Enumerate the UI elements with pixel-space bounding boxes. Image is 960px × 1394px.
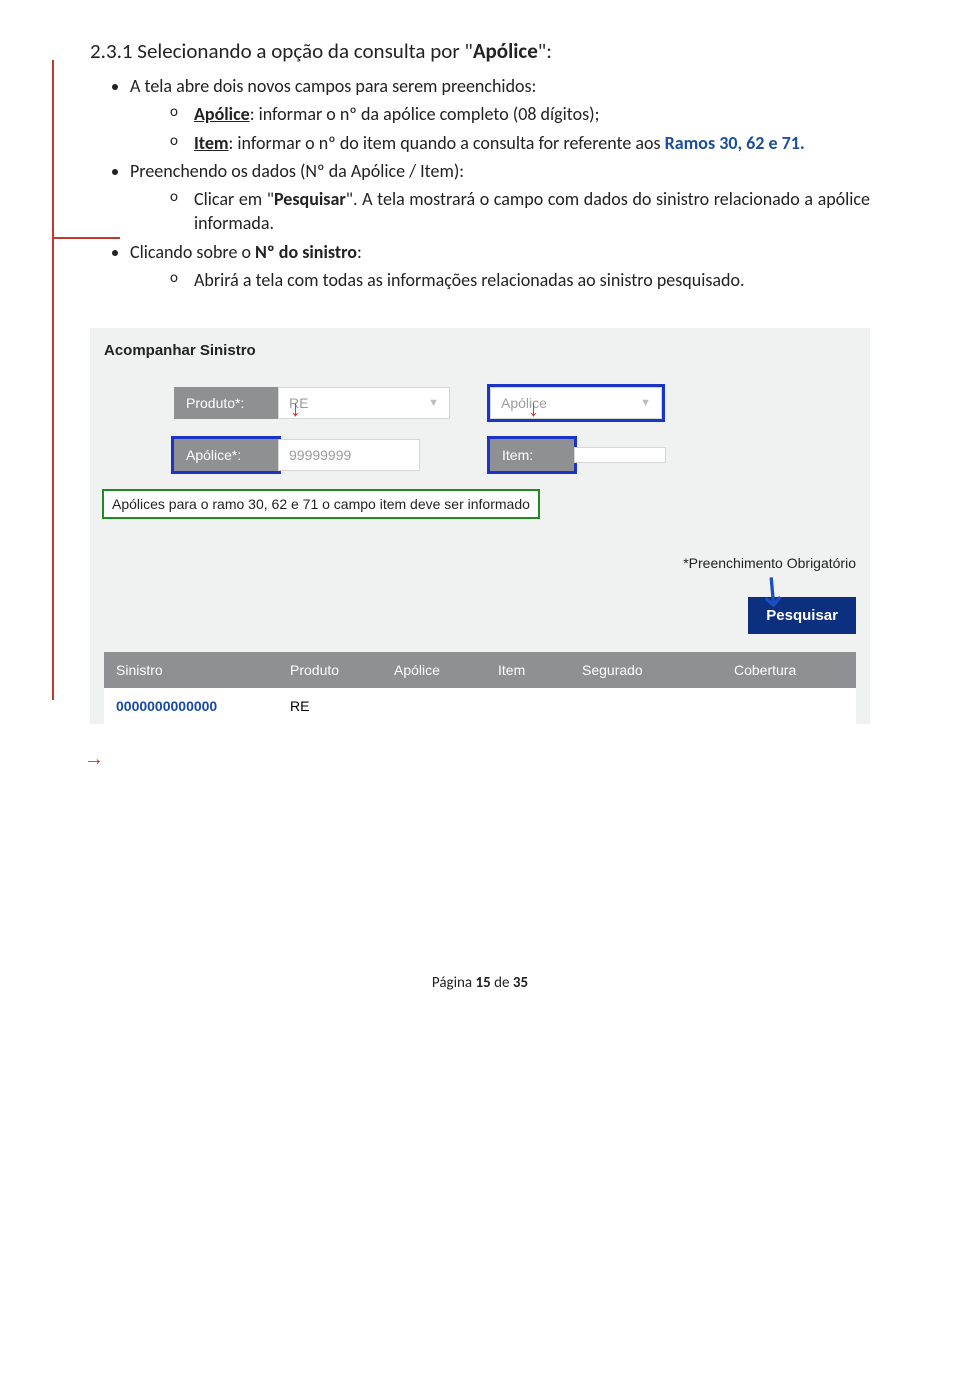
caret-down-icon: ▼: [428, 397, 439, 409]
col-sinistro: Sinistro: [104, 652, 278, 688]
b1s2-text-a: : informar o nº do item quando a consult…: [229, 132, 665, 154]
produto-label: Produto*:: [174, 387, 278, 419]
b2s1-b: Pesquisar: [274, 188, 346, 210]
annotation-bracket: [52, 60, 56, 700]
apolice-label: Apólice*:: [174, 439, 278, 471]
tipo-select[interactable]: Apólice ▼: [490, 387, 662, 419]
bullet-2-sub-1: Clicar em "Pesquisar". A tela mostrará o…: [170, 187, 870, 236]
annotation-arrow-icon: →: [84, 748, 104, 771]
b2s1-a: Clicar em ": [194, 188, 274, 210]
bullet-2-text: Preenchendo os dados (Nº da Apólice / It…: [130, 160, 464, 182]
results-header: Sinistro Produto Apólice Item Segurado C…: [104, 652, 856, 688]
annotation-line: [52, 237, 120, 239]
produto-select[interactable]: RE ▼: [278, 387, 450, 419]
bullet-3: Clicando sobre o Nº do sinistro: Abrirá …: [130, 240, 870, 293]
row-segurado-val: [570, 688, 722, 724]
col-item: Item: [486, 652, 570, 688]
apolice-input[interactable]: 99999999: [278, 439, 420, 471]
produto-value: RE: [289, 395, 308, 411]
row-apolice: Apólice*: 99999999 Item:: [174, 439, 856, 471]
heading-keyword: Apólice: [473, 38, 538, 64]
footer-prefix: Página: [432, 974, 476, 992]
heading-num: 2.3.1: [90, 38, 133, 64]
row-apolice-val: [382, 688, 486, 724]
item-label: Item:: [490, 439, 574, 471]
heading-end: ":: [538, 38, 552, 64]
item-input[interactable]: [574, 447, 666, 463]
row-produto: Produto*: RE ▼ Apólice ▼: [174, 387, 856, 419]
b1s1-label: Apólice: [194, 103, 250, 125]
bullet-1-sub-2: Item: informar o nº do item quando a con…: [170, 131, 870, 155]
b3-intro-c: :: [357, 241, 362, 263]
b1s2-label: Item: [194, 132, 229, 154]
col-produto: Produto: [278, 652, 382, 688]
bullet-1-text: A tela abre dois novos campos para serem…: [130, 75, 536, 97]
b3-intro-b: Nº do sinistro: [255, 241, 357, 263]
col-apolice: Apólice: [382, 652, 486, 688]
page-footer: Página 15 de 35: [90, 974, 870, 1012]
b1s1-text: : informar o nº da apólice completo (08 …: [250, 103, 600, 125]
row-cobertura-val: [722, 688, 856, 724]
sinistro-link[interactable]: 0000000000000: [104, 688, 278, 724]
bullet-2: Preenchendo os dados (Nº da Apólice / It…: [130, 159, 870, 236]
form-title: Acompanhar Sinistro: [104, 342, 856, 359]
col-segurado: Segurado: [570, 652, 722, 688]
tipo-value: Apólice: [501, 395, 547, 411]
section-heading: 2.3.1 Selecionando a opção da consulta p…: [90, 38, 870, 64]
b3s1: Abrirá a tela com todas as informações r…: [194, 269, 745, 291]
hint-text: Apólices para o ramo 30, 62 e 71 o campo…: [104, 491, 538, 517]
caret-down-icon: ▼: [640, 397, 651, 409]
form-screenshot: Acompanhar Sinistro Produto*: RE ▼ Apóli…: [90, 328, 870, 724]
pesquisar-button[interactable]: Pesquisar: [748, 597, 856, 634]
bullet-1: A tela abre dois novos campos para serem…: [130, 74, 870, 155]
bullet-3-sub-1: Abrirá a tela com todas as informações r…: [170, 268, 870, 292]
footer-page: 15: [476, 974, 491, 992]
col-cobertura: Cobertura: [722, 652, 856, 688]
b1s2-ramos: Ramos 30, 62 e 71.: [665, 132, 805, 154]
required-note: *Preenchimento Obrigatório: [104, 555, 856, 571]
footer-total: 35: [513, 974, 528, 992]
b3-intro-a: Clicando sobre o: [130, 241, 255, 263]
heading-pre: Selecionando a opção da consulta por ": [133, 38, 473, 64]
row-item-val: [486, 688, 570, 724]
bullet-1-sub-1: Apólice: informar o nº da apólice comple…: [170, 102, 870, 126]
table-row: 0000000000000 RE: [104, 688, 856, 724]
footer-sep: de: [491, 974, 513, 992]
row-produto-val: RE: [278, 688, 382, 724]
